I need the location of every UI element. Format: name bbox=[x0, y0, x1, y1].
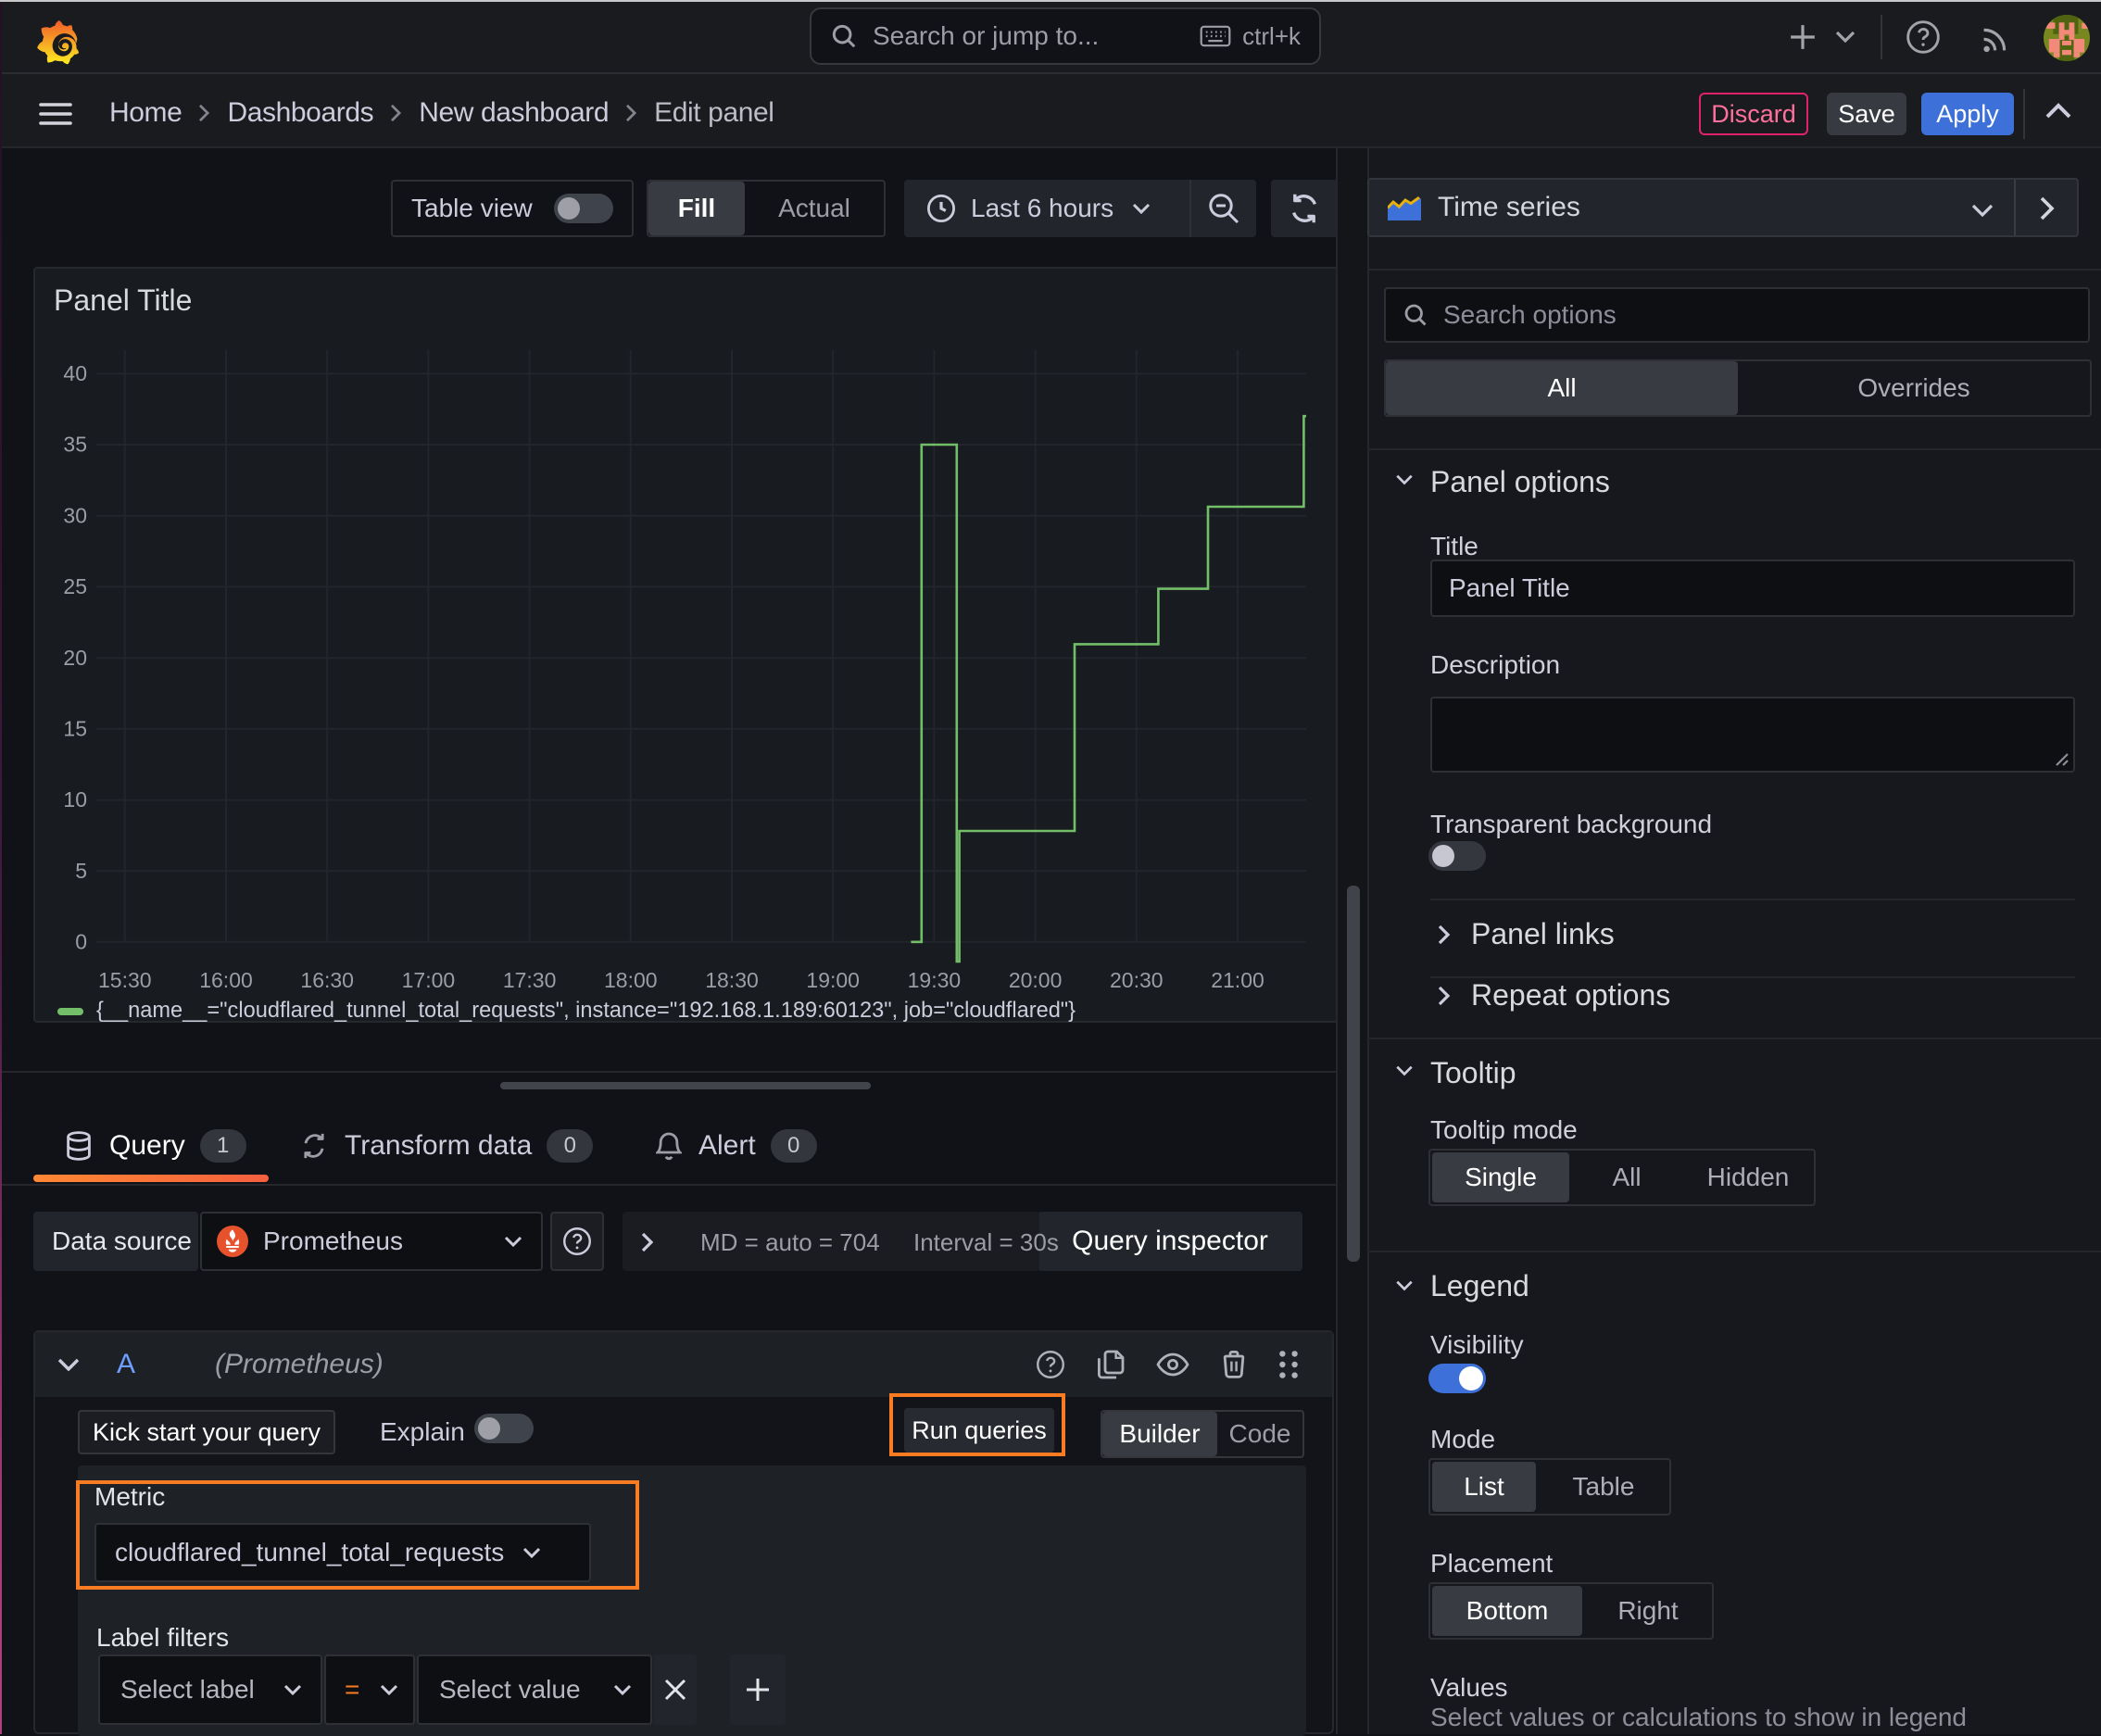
svg-text:16:30: 16:30 bbox=[300, 968, 354, 992]
svg-text:21:00: 21:00 bbox=[1211, 968, 1264, 992]
svg-text:18:30: 18:30 bbox=[705, 968, 759, 992]
svg-text:19:00: 19:00 bbox=[806, 968, 860, 992]
svg-text:17:00: 17:00 bbox=[402, 968, 456, 992]
svg-text:15:30: 15:30 bbox=[98, 968, 152, 992]
svg-text:18:00: 18:00 bbox=[604, 968, 658, 992]
svg-text:5: 5 bbox=[75, 859, 87, 883]
svg-text:35: 35 bbox=[63, 433, 87, 457]
svg-text:25: 25 bbox=[63, 574, 87, 598]
svg-text:20: 20 bbox=[63, 646, 87, 670]
svg-text:17:30: 17:30 bbox=[503, 968, 557, 992]
svg-text:16:00: 16:00 bbox=[199, 968, 253, 992]
svg-text:10: 10 bbox=[63, 787, 87, 811]
svg-text:0: 0 bbox=[75, 929, 87, 953]
svg-text:20:00: 20:00 bbox=[1009, 968, 1063, 992]
svg-text:30: 30 bbox=[63, 503, 87, 527]
svg-text:20:30: 20:30 bbox=[1110, 968, 1164, 992]
svg-text:15: 15 bbox=[63, 716, 87, 740]
svg-text:19:30: 19:30 bbox=[908, 968, 962, 992]
svg-text:40: 40 bbox=[63, 361, 87, 385]
